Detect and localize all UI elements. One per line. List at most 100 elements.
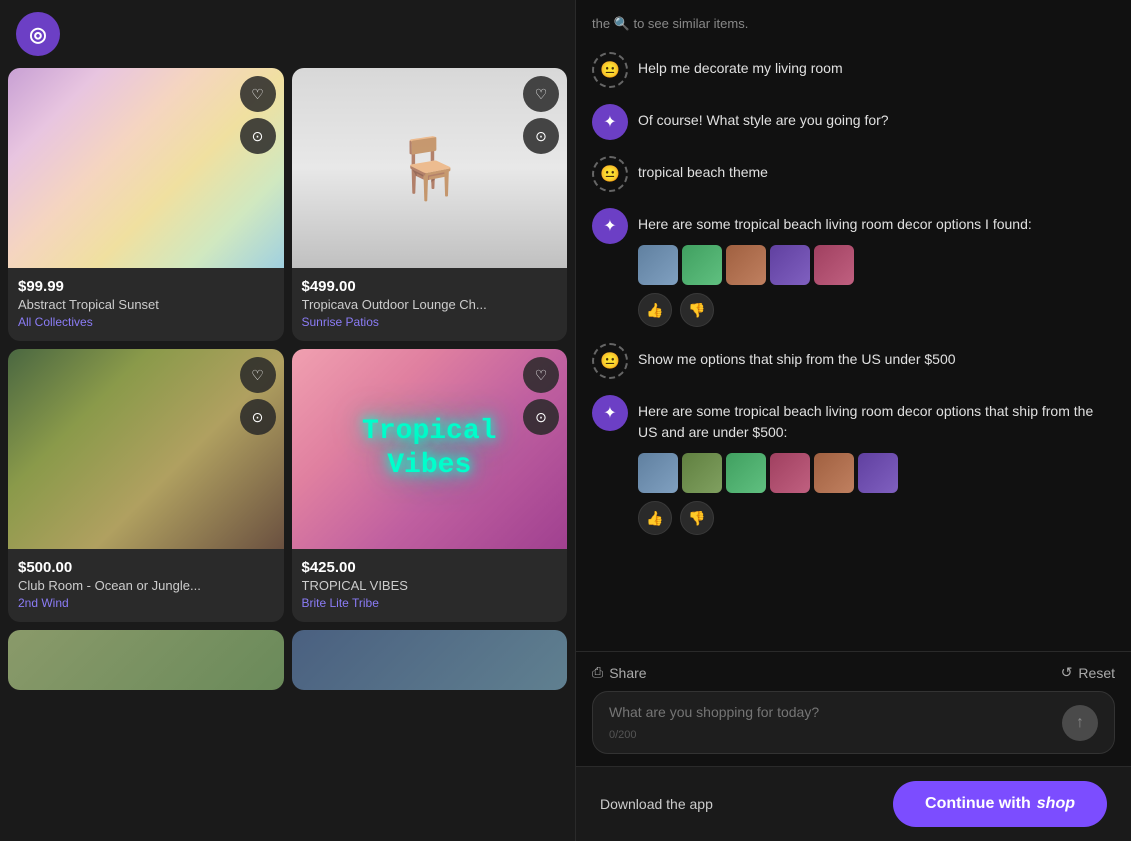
chat-message-user: 😐 tropical beach theme	[592, 156, 1115, 192]
product-name: TROPICAL VIBES	[302, 578, 558, 593]
thumbnail[interactable]	[726, 453, 766, 493]
chat-bubble-content: Here are some tropical beach living room…	[638, 395, 1115, 535]
reaction-buttons: 👍 👎	[638, 501, 1115, 535]
product-card-partial[interactable]	[292, 630, 568, 690]
thumbnail[interactable]	[770, 453, 810, 493]
ai-avatar-icon: ✦	[592, 208, 628, 244]
chat-bubble-text: Of course! What style are you going for?	[638, 104, 1115, 131]
chair-icon: 🪑	[392, 133, 467, 204]
product-card[interactable]: ♡ ⊙ $99.99 Abstract Tropical Sunset All …	[8, 68, 284, 341]
thumbnail[interactable]	[682, 453, 722, 493]
chat-bubble-text: Here are some tropical beach living room…	[638, 216, 1032, 232]
chat-message-user: 😐 Help me decorate my living room	[592, 52, 1115, 88]
thumbs-up-button[interactable]: 👍	[638, 293, 672, 327]
user-avatar-icon: 😐	[592, 52, 628, 88]
thumbnail[interactable]	[770, 245, 810, 285]
product-grid: ♡ ⊙ $99.99 Abstract Tropical Sunset All …	[0, 68, 575, 698]
shop-logo: shop	[1037, 795, 1075, 813]
reset-label: Reset	[1078, 665, 1115, 681]
thumbnail[interactable]	[726, 245, 766, 285]
card-actions: ♡ ⊙	[240, 76, 276, 154]
chat-message-user: 😐 Show me options that ship from the US …	[592, 343, 1115, 379]
chat-bubble-text: tropical beach theme	[638, 156, 1115, 183]
thumbs-up-button[interactable]: 👍	[638, 501, 672, 535]
share-button[interactable]: ⎙ Share	[592, 664, 647, 681]
brand-name: 2nd Wind	[18, 596, 274, 610]
card-actions: ♡ ⊙	[240, 357, 276, 435]
user-avatar-icon: 😐	[592, 156, 628, 192]
product-card-partial[interactable]	[8, 630, 284, 690]
brand-name: Brite Lite Tribe	[302, 596, 558, 610]
chat-message-ai: ✦ Here are some tropical beach living ro…	[592, 208, 1115, 327]
chat-footer: ⎙ Share ↺ Reset 0/200 ↑	[576, 651, 1131, 766]
product-thumbnails	[638, 453, 1115, 493]
search-similar-button[interactable]: ⊙	[523, 399, 559, 435]
chat-input-area: 0/200 ↑	[592, 691, 1115, 754]
continue-with-shop-button[interactable]: Continue with shop	[893, 781, 1107, 827]
card-info: $500.00 Club Room - Ocean or Jungle... 2…	[8, 549, 284, 622]
send-button[interactable]: ↑	[1062, 705, 1098, 741]
continue-label: Continue with	[925, 795, 1031, 813]
card-actions: ♡ ⊙	[523, 357, 559, 435]
product-card[interactable]: ♡ ⊙ $500.00 Club Room - Ocean or Jungle.…	[8, 349, 284, 622]
ai-avatar-icon: ✦	[592, 104, 628, 140]
product-name: Club Room - Ocean or Jungle...	[18, 578, 274, 593]
wishlist-button[interactable]: ♡	[240, 357, 276, 393]
chat-bubble-text: Help me decorate my living room	[638, 52, 1115, 79]
product-price: $500.00	[18, 559, 274, 576]
product-thumbnails	[638, 245, 1115, 285]
footer-actions: ⎙ Share ↺ Reset	[592, 664, 1115, 681]
product-price: $99.99	[18, 278, 274, 295]
chat-input[interactable]	[609, 704, 1054, 720]
neon-text: TropicalVibes	[342, 395, 516, 502]
ai-avatar-icon: ✦	[592, 395, 628, 431]
product-price: $499.00	[302, 278, 558, 295]
thumbnail[interactable]	[638, 245, 678, 285]
chat-bubble-content: Here are some tropical beach living room…	[638, 208, 1115, 327]
user-avatar[interactable]: ◎	[16, 12, 60, 56]
thumbnail[interactable]	[814, 453, 854, 493]
char-count: 0/200	[609, 729, 1054, 741]
thumbs-down-button[interactable]: 👎	[680, 293, 714, 327]
card-actions: ♡ ⊙	[523, 76, 559, 154]
bottom-bar: Download the app Continue with shop	[576, 766, 1131, 841]
thumbnail[interactable]	[858, 453, 898, 493]
thumbs-down-button[interactable]: 👎	[680, 501, 714, 535]
fade-text: the 🔍 to see similar items.	[592, 16, 1115, 36]
left-panel: ◎ ♡ ⊙ $99.99 Abstract Tropical Sunset Al…	[0, 0, 575, 841]
product-card[interactable]: TropicalVibes ♡ ⊙ $425.00 TROPICAL VIBES…	[292, 349, 568, 622]
wishlist-button[interactable]: ♡	[523, 76, 559, 112]
brand-name: Sunrise Patios	[302, 315, 558, 329]
thumbnail[interactable]	[638, 453, 678, 493]
thumbnail[interactable]	[814, 245, 854, 285]
top-bar: ◎	[0, 0, 575, 68]
reset-icon: ↺	[1061, 664, 1073, 681]
user-avatar-icon: 😐	[592, 343, 628, 379]
chat-message-ai: ✦ Of course! What style are you going fo…	[592, 104, 1115, 140]
wishlist-button[interactable]: ♡	[240, 76, 276, 112]
thumbnail[interactable]	[682, 245, 722, 285]
input-wrapper: 0/200	[609, 704, 1054, 741]
card-info: $99.99 Abstract Tropical Sunset All Coll…	[8, 268, 284, 341]
reaction-buttons: 👍 👎	[638, 293, 1115, 327]
share-icon: ⎙	[592, 664, 603, 681]
chat-message-ai: ✦ Here are some tropical beach living ro…	[592, 395, 1115, 535]
search-similar-button[interactable]: ⊙	[240, 399, 276, 435]
product-price: $425.00	[302, 559, 558, 576]
product-name: Abstract Tropical Sunset	[18, 297, 274, 312]
card-info: $499.00 Tropicava Outdoor Lounge Ch... S…	[292, 268, 568, 341]
chat-bubble-text: Show me options that ship from the US un…	[638, 343, 1115, 370]
chat-area: the 🔍 to see similar items. 😐 Help me de…	[576, 0, 1131, 651]
card-info: $425.00 TROPICAL VIBES Brite Lite Tribe	[292, 549, 568, 622]
download-label: Download the app	[600, 796, 713, 812]
chat-bubble-text: Here are some tropical beach living room…	[638, 403, 1093, 440]
product-name: Tropicava Outdoor Lounge Ch...	[302, 297, 558, 312]
right-panel: the 🔍 to see similar items. 😐 Help me de…	[575, 0, 1131, 841]
reset-button[interactable]: ↺ Reset	[1061, 664, 1115, 681]
search-similar-button[interactable]: ⊙	[523, 118, 559, 154]
share-label: Share	[609, 665, 646, 681]
search-similar-button[interactable]: ⊙	[240, 118, 276, 154]
brand-name: All Collectives	[18, 315, 274, 329]
product-card[interactable]: 🪑 ♡ ⊙ $499.00 Tropicava Outdoor Lounge C…	[292, 68, 568, 341]
wishlist-button[interactable]: ♡	[523, 357, 559, 393]
